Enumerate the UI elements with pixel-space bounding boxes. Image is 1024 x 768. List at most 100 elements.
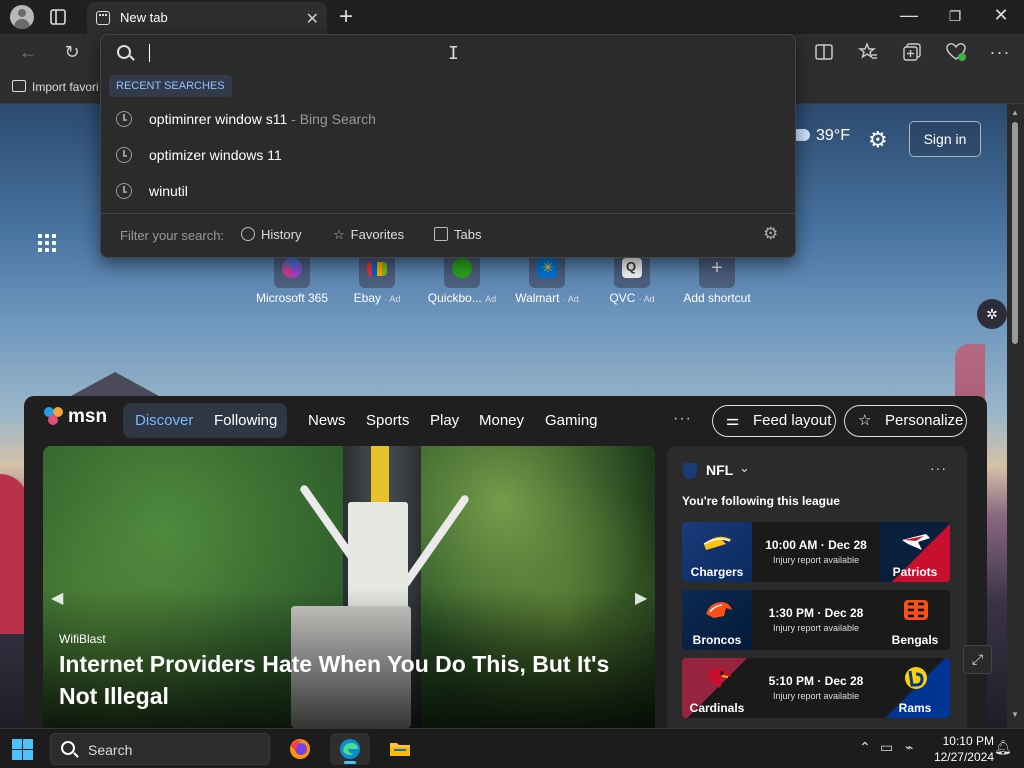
browser-tab[interactable]: New tab ✕ — [87, 2, 327, 34]
split-screen-icon[interactable] — [813, 41, 835, 63]
cardinals-icon — [708, 668, 732, 688]
bengals-icon — [904, 600, 928, 620]
filter-history[interactable]: History — [241, 227, 301, 242]
back-arrow-icon[interactable]: ← — [17, 41, 39, 63]
scroll-up-icon[interactable]: ▲ — [1011, 108, 1019, 117]
game-row[interactable]: Chargers 10:00 AM · Dec 28 Injury report… — [682, 522, 950, 582]
file-explorer-app[interactable] — [380, 733, 420, 765]
filter-favorites[interactable]: ☆ Favorites — [333, 227, 404, 243]
hero-cable — [371, 446, 389, 506]
game-row[interactable]: Broncos 1:30 PM · Dec 28 Injury report a… — [682, 590, 950, 650]
carousel-next-icon[interactable]: ▶ — [635, 588, 647, 608]
league-name[interactable]: NFL — [706, 462, 733, 478]
following-text: You're following this league — [682, 494, 840, 508]
quick-link-qvc[interactable]: Q QVC · Ad — [587, 254, 677, 305]
notification-bell-icon[interactable]: 🔔︎ — [994, 739, 1012, 756]
sign-in-button[interactable]: Sign in — [909, 121, 981, 157]
tab-close-button[interactable]: ✕ — [306, 9, 319, 29]
quick-link-label: Quickbo... — [427, 291, 482, 305]
personalize-button[interactable]: ☆ Personalize — [844, 405, 967, 437]
nav-sports[interactable]: Sports — [366, 412, 409, 429]
search-icon — [117, 45, 131, 59]
minimize-button[interactable]: — — [894, 5, 924, 26]
nfl-card: NFL ⌄ ··· You're following this league C… — [667, 446, 967, 728]
nav-more-button[interactable]: ··· — [673, 410, 692, 428]
search-settings-gear-icon[interactable]: ⚙ — [763, 224, 778, 244]
weather-widget[interactable]: 39°F — [792, 127, 850, 145]
suggestion-query: optiminrer window s11 — [149, 111, 288, 127]
msn-feed: msn Discover Following News Sports Play … — [24, 396, 987, 728]
expand-icon[interactable]: ⤢ — [963, 645, 992, 674]
nav-news[interactable]: News — [308, 412, 346, 429]
show-hidden-icons-chevron-icon[interactable]: ⌃ — [859, 739, 871, 756]
carousel-prev-icon[interactable]: ◀ — [51, 588, 63, 608]
display-icon[interactable]: ▭ — [880, 739, 893, 756]
card-more-button[interactable]: ··· — [930, 460, 947, 476]
quick-link-label: Ebay — [353, 291, 381, 305]
microsoft365-icon — [282, 258, 302, 278]
nav-play[interactable]: Play — [430, 412, 459, 429]
game-status: Injury report available — [772, 623, 860, 633]
article-headline[interactable]: Internet Providers Hate When You Do This… — [59, 648, 619, 712]
away-team: Bengals — [891, 633, 939, 647]
feed-layout-button[interactable]: ⚌ Feed layout — [712, 405, 836, 437]
scrollbar-thumb[interactable] — [1012, 122, 1018, 344]
import-icon — [12, 80, 26, 92]
address-input[interactable] — [149, 44, 150, 62]
quick-link-microsoft365[interactable]: Microsoft 365 — [247, 254, 337, 305]
nav-gaming[interactable]: Gaming — [545, 412, 598, 429]
app-launcher-icon[interactable] — [38, 234, 58, 254]
profile-avatar[interactable] — [10, 5, 34, 29]
quick-link-walmart[interactable]: ✳ Walmart · Ad — [502, 254, 592, 305]
browser-essentials-icon[interactable] — [945, 41, 967, 63]
suggestion-query: optimizer windows 11 — [149, 147, 282, 163]
plus-icon: + — [711, 257, 723, 279]
nav-money[interactable]: Money — [479, 412, 524, 429]
dropdown-divider — [101, 213, 795, 214]
quick-link-ebay[interactable]: Ebay · Ad — [332, 254, 422, 305]
scroll-down-icon[interactable]: ▼ — [1011, 710, 1019, 719]
collections-icon[interactable] — [901, 41, 923, 63]
rams-icon — [905, 667, 927, 689]
suggestion-item[interactable]: optiminrer window s11 - Bing Search — [101, 101, 795, 137]
more-options-icon[interactable]: ··· — [989, 41, 1011, 63]
network-icon[interactable]: ⌁ — [905, 739, 913, 756]
filter-tabs[interactable]: Tabs — [434, 227, 481, 242]
msn-logo[interactable]: msn — [44, 406, 107, 428]
favorites-icon[interactable] — [857, 41, 879, 63]
firefox-app[interactable] — [280, 733, 320, 765]
system-clock[interactable]: 10:10 PM 12/27/2024 — [922, 733, 994, 765]
suggestion-item[interactable]: optimizer windows 11 — [101, 137, 795, 173]
team-block-home: Cardinals — [682, 658, 752, 718]
add-shortcut-button[interactable]: + Add shortcut — [672, 254, 762, 305]
background-sparkle-button[interactable]: ✲ — [977, 299, 1007, 329]
quick-link-label: Add shortcut — [683, 291, 751, 305]
folder-icon — [390, 743, 410, 756]
maximize-button[interactable]: ❐ — [940, 8, 970, 25]
suggestion-item[interactable]: winutil — [101, 173, 795, 209]
new-tab-button[interactable]: + — [339, 3, 353, 31]
taskbar-search-box[interactable]: Search — [50, 733, 270, 765]
windows-start-icon[interactable] — [12, 739, 34, 761]
quick-link-label: Microsoft 365 — [255, 291, 329, 305]
filter-tabs-label: Tabs — [454, 227, 482, 242]
quick-link-label: Walmart — [515, 291, 560, 305]
page-scrollbar[interactable]: ▲ ▼ — [1007, 104, 1024, 728]
import-favorites-link[interactable]: Import favori — [12, 80, 99, 94]
game-row[interactable]: Cardinals 5:10 PM · Dec 28 Injury report… — [682, 658, 950, 718]
hero-article[interactable]: ◀ ▶ WifiBlast Internet Providers Hate Wh… — [43, 446, 655, 728]
sparkle-icon: ✲ — [986, 306, 998, 322]
home-team: Chargers — [690, 565, 744, 579]
chevron-down-icon[interactable]: ⌄ — [739, 460, 750, 476]
tabs-icon — [434, 227, 448, 241]
close-window-button[interactable]: ✕ — [986, 5, 1016, 26]
tab-actions-icon[interactable] — [48, 7, 68, 27]
filter-label: Filter your search: — [120, 228, 225, 243]
nav-discover[interactable]: Discover — [135, 412, 193, 429]
refresh-icon[interactable]: ↻ — [61, 41, 83, 63]
sliders-icon: ⚌ — [726, 412, 740, 429]
nav-following[interactable]: Following — [214, 412, 277, 429]
page-settings-gear-icon[interactable]: ⚙ — [868, 127, 888, 153]
edge-app[interactable] — [330, 733, 370, 765]
quick-link-quickbooks[interactable]: Quickbo... Ad — [417, 254, 507, 305]
